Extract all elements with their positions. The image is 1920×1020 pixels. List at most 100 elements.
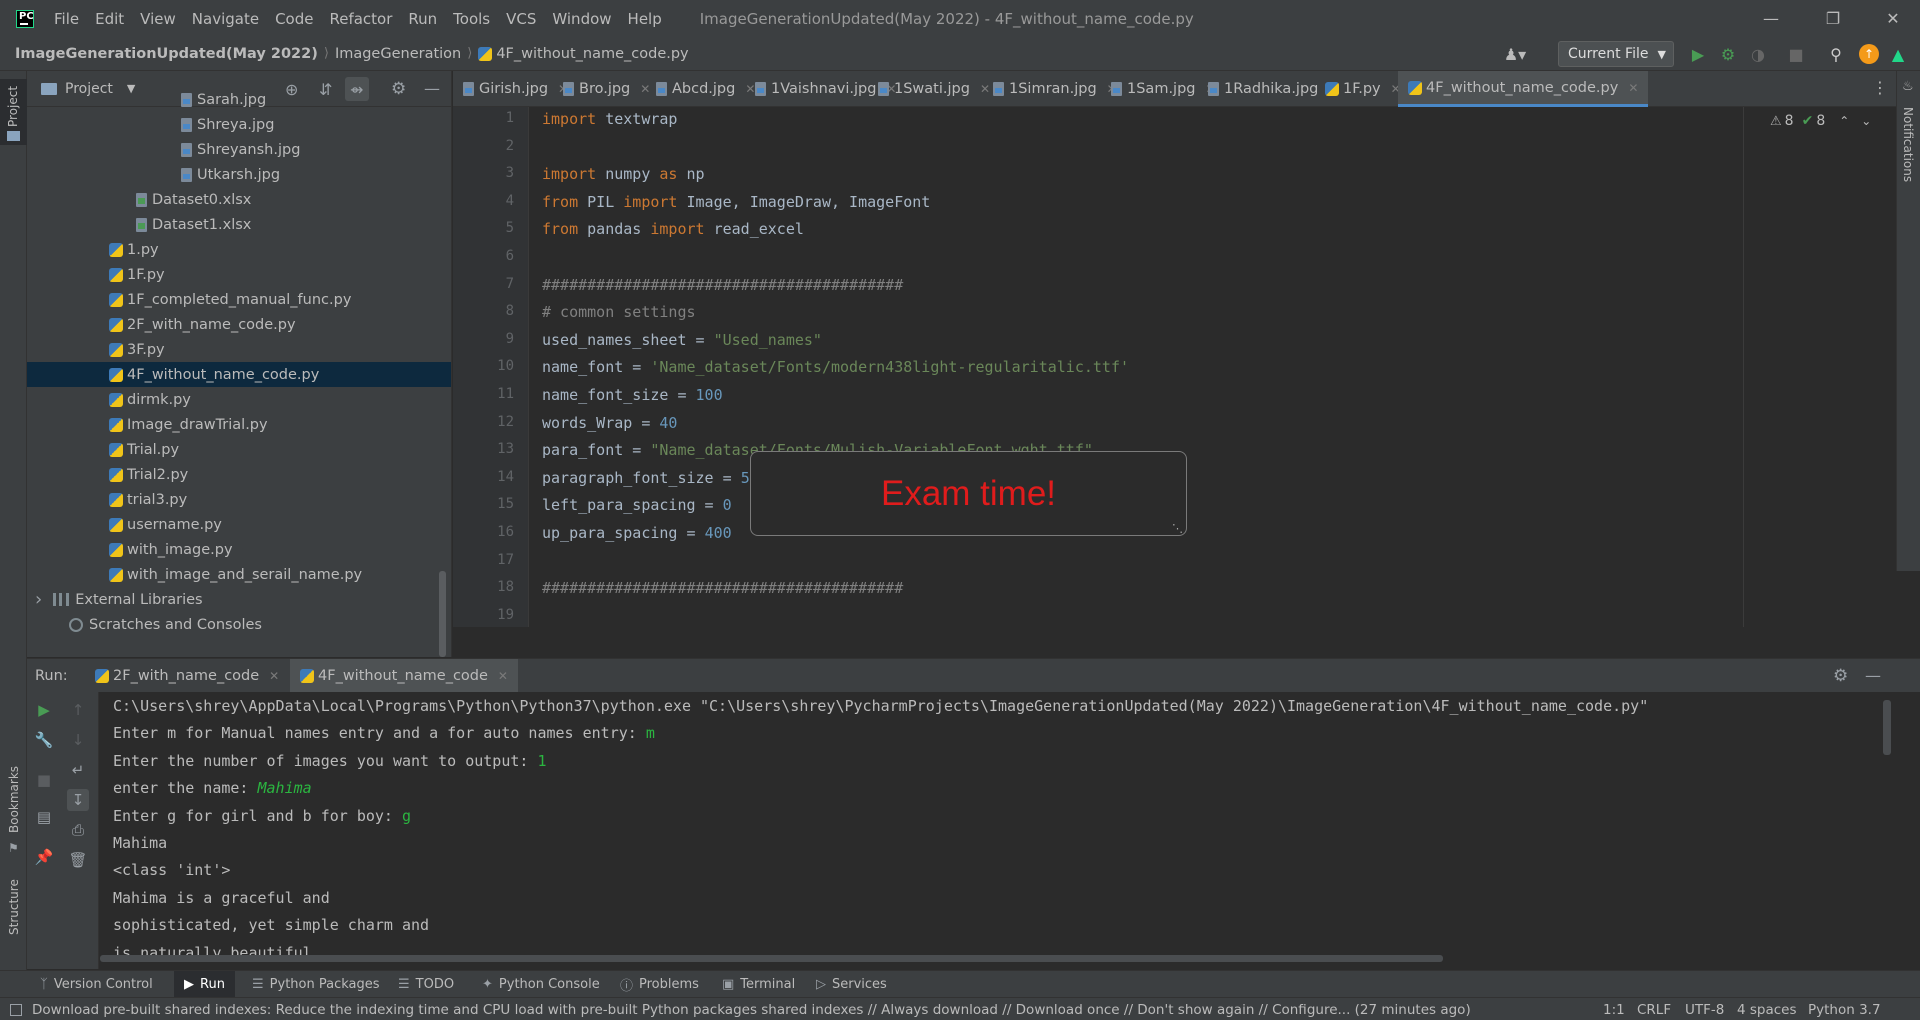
layout-icon[interactable]: ▤: [33, 806, 55, 828]
code-with-me-icon[interactable]: ▲: [1888, 44, 1908, 64]
menu-tools[interactable]: Tools: [453, 10, 490, 28]
code-editor[interactable]: import textwrap import numpy as np from PI…: [530, 107, 1900, 627]
close-tab-icon[interactable]: ✕: [269, 669, 279, 683]
version-control-button[interactable]: ᛉ Version Control: [40, 971, 153, 998]
tree-item[interactable]: dirmk.py: [27, 387, 451, 412]
menu-file[interactable]: File: [54, 10, 79, 28]
todo-button[interactable]: ☰ TODO: [398, 971, 454, 998]
bell-icon[interactable]: ♨: [1902, 79, 1914, 94]
menu-window[interactable]: Window: [552, 10, 611, 28]
editor-tab[interactable]: 1F.py ✕: [1315, 71, 1411, 107]
user-icon[interactable]: ♟▾: [1504, 44, 1526, 64]
breadcrumb-project[interactable]: ImageGenerationUpdated(May 2022): [15, 46, 318, 62]
run-tab-4f[interactable]: 4F_without_name_code ✕: [290, 659, 518, 693]
hide-tool-windows-icon[interactable]: [10, 1003, 22, 1016]
structure-tool-label[interactable]: Structure: [7, 879, 21, 935]
tree-item[interactable]: trial3.py: [27, 487, 451, 512]
editor-tab[interactable]: 4F_without_name_code.py ✕: [1398, 71, 1649, 107]
breadcrumb-file[interactable]: 4F_without_name_code.py: [496, 46, 688, 62]
project-tool-label[interactable]: Project: [6, 86, 20, 127]
tree-item[interactable]: Trial2.py: [27, 462, 451, 487]
file-encoding[interactable]: UTF-8: [1685, 998, 1724, 1020]
console-horizontal-scrollbar[interactable]: [100, 955, 1443, 962]
tree-item[interactable]: 1.py: [27, 237, 451, 262]
python-packages-button[interactable]: ☰ Python Packages: [252, 971, 380, 998]
rerun-icon[interactable]: ▶: [33, 699, 55, 721]
tree-item[interactable]: Sarah.jpg: [27, 87, 451, 112]
more-tabs-icon[interactable]: ⋮: [1872, 78, 1888, 97]
tree-item[interactable]: Utkarsh.jpg: [27, 162, 451, 187]
minimize-icon[interactable]: —: [1748, 0, 1794, 37]
tree-item[interactable]: Shreyansh.jpg: [27, 137, 451, 162]
services-button[interactable]: ▷ Services: [816, 971, 887, 998]
notifications-tool-label[interactable]: Notifications: [1901, 107, 1915, 182]
tree-item[interactable]: 3F.py: [27, 337, 451, 362]
breadcrumb-folder[interactable]: ImageGeneration: [335, 46, 461, 62]
tree-item[interactable]: with_image.py: [27, 537, 451, 562]
search-icon[interactable]: ⚲: [1826, 44, 1846, 64]
trash-icon[interactable]: 🗑: [67, 849, 89, 871]
editor-tab[interactable]: Bro.jpg ✕: [553, 71, 660, 107]
scroll-to-end-icon[interactable]: ↧: [67, 789, 89, 811]
tree-item[interactable]: with_image_and_serail_name.py: [27, 562, 451, 587]
chevron-up-icon[interactable]: ⌃: [1839, 114, 1849, 128]
run-tab-2f[interactable]: 2F_with_name_code ✕: [87, 659, 287, 693]
terminal-button[interactable]: ▣ Terminal: [722, 971, 795, 998]
tree-item[interactable]: Image_drawTrial.py: [27, 412, 451, 437]
close-icon[interactable]: ✕: [1870, 0, 1916, 37]
menu-code[interactable]: Code: [275, 10, 313, 28]
project-scrollbar[interactable]: [439, 571, 446, 657]
stop-icon[interactable]: ■: [33, 769, 55, 791]
soft-wrap-icon[interactable]: ↵: [67, 759, 89, 781]
tree-item[interactable]: Dataset1.xlsx: [27, 212, 451, 237]
coverage-icon[interactable]: ◑: [1748, 44, 1768, 64]
menu-help[interactable]: Help: [628, 10, 662, 28]
python-console-button[interactable]: ✦ Python Console: [482, 971, 600, 998]
close-tab-icon[interactable]: ✕: [1628, 81, 1638, 95]
inspection-widget[interactable]: ⚠ 8 ✔ 8 ⌃ ⌄: [1770, 113, 1871, 129]
menu-navigate[interactable]: Navigate: [192, 10, 259, 28]
pin-icon[interactable]: 📌: [33, 846, 55, 868]
close-tab-icon[interactable]: ✕: [498, 669, 508, 683]
update-icon[interactable]: ↑: [1859, 44, 1879, 64]
menu-refactor[interactable]: Refactor: [329, 10, 392, 28]
run-icon[interactable]: ▶: [1688, 44, 1708, 64]
gear-icon[interactable]: ⚙: [1833, 666, 1848, 686]
run-console[interactable]: C:\Users\shrey\AppData\Local\Programs\Py…: [100, 692, 1900, 957]
tree-item[interactable]: 1F_completed_manual_func.py: [27, 287, 451, 312]
indent-setting[interactable]: 4 spaces: [1737, 998, 1797, 1020]
stop-icon[interactable]: ■: [1786, 44, 1806, 64]
tree-item[interactable]: 2F_with_name_code.py: [27, 312, 451, 337]
exam-time-popup[interactable]: Exam time! ⋱: [750, 451, 1187, 536]
hide-panel-icon[interactable]: —: [1865, 666, 1881, 685]
tree-item[interactable]: Trial.py: [27, 437, 451, 462]
python-interpreter[interactable]: Python 3.7: [1808, 998, 1881, 1020]
wrench-icon[interactable]: 🔧: [33, 729, 55, 751]
resize-handle-icon[interactable]: ⋱: [1172, 522, 1183, 535]
menu-run[interactable]: Run: [408, 10, 437, 28]
restore-icon[interactable]: ❐: [1810, 0, 1856, 37]
arrow-down-icon[interactable]: ↓: [67, 729, 89, 751]
run-tool-button[interactable]: ▶ Run: [174, 971, 235, 998]
tree-item[interactable]: username.py: [27, 512, 451, 537]
menu-vcs[interactable]: VCS: [506, 10, 536, 28]
arrow-up-icon[interactable]: ↑: [67, 699, 89, 721]
debug-icon[interactable]: ⚙: [1718, 44, 1738, 64]
caret-position[interactable]: 1:1: [1603, 998, 1625, 1020]
bookmarks-tool-label[interactable]: Bookmarks: [7, 766, 21, 833]
print-icon[interactable]: ⎙: [67, 819, 89, 841]
menu-view[interactable]: View: [140, 10, 176, 28]
line-separator[interactable]: CRLF: [1637, 998, 1671, 1020]
tree-item[interactable]: Scratches and Consoles: [27, 612, 451, 637]
chevron-right-icon[interactable]: ›: [35, 589, 42, 610]
problems-button[interactable]: ⓘ Problems: [620, 971, 699, 998]
console-vertical-scrollbar[interactable]: [1883, 700, 1891, 755]
chevron-down-icon[interactable]: ⌄: [1861, 114, 1871, 128]
editor-tab[interactable]: 1Swati.jpg ✕: [868, 71, 1000, 107]
menu-edit[interactable]: Edit: [95, 10, 124, 28]
tree-item[interactable]: Shreya.jpg: [27, 112, 451, 137]
run-configuration-select[interactable]: Current File ▼: [1558, 41, 1674, 67]
tree-item[interactable]: 4F_without_name_code.py: [27, 362, 451, 387]
status-message[interactable]: Download pre-built shared indexes: Reduc…: [10, 998, 1471, 1020]
tree-item[interactable]: › External Libraries: [27, 587, 451, 612]
